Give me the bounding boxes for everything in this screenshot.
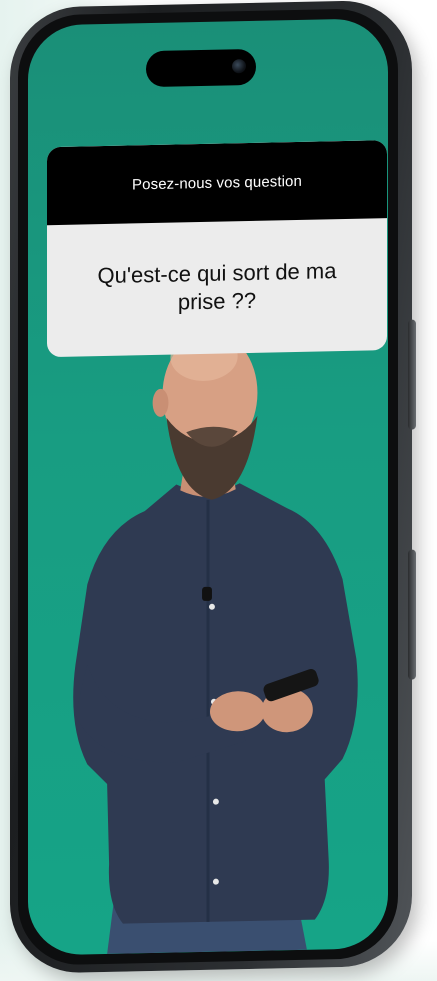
phone-bezel: Posez-nous vos question Qu'est-ce qui so… [18, 7, 398, 966]
front-camera-icon [232, 59, 246, 74]
question-sticker[interactable]: Posez-nous vos question Qu'est-ce qui so… [47, 140, 387, 358]
phone-screen: Posez-nous vos question Qu'est-ce qui so… [28, 18, 388, 956]
dynamic-island [146, 48, 256, 88]
question-text: Qu'est-ce qui sort de ma prise ?? [97, 258, 337, 315]
volume-button [408, 319, 416, 430]
power-button [408, 549, 416, 680]
page: Posez-nous vos question Qu'est-ce qui so… [0, 0, 437, 981]
phone-frame: Posez-nous vos question Qu'est-ce qui so… [10, 0, 416, 975]
question-sticker-header: Posez-nous vos question [47, 140, 387, 226]
